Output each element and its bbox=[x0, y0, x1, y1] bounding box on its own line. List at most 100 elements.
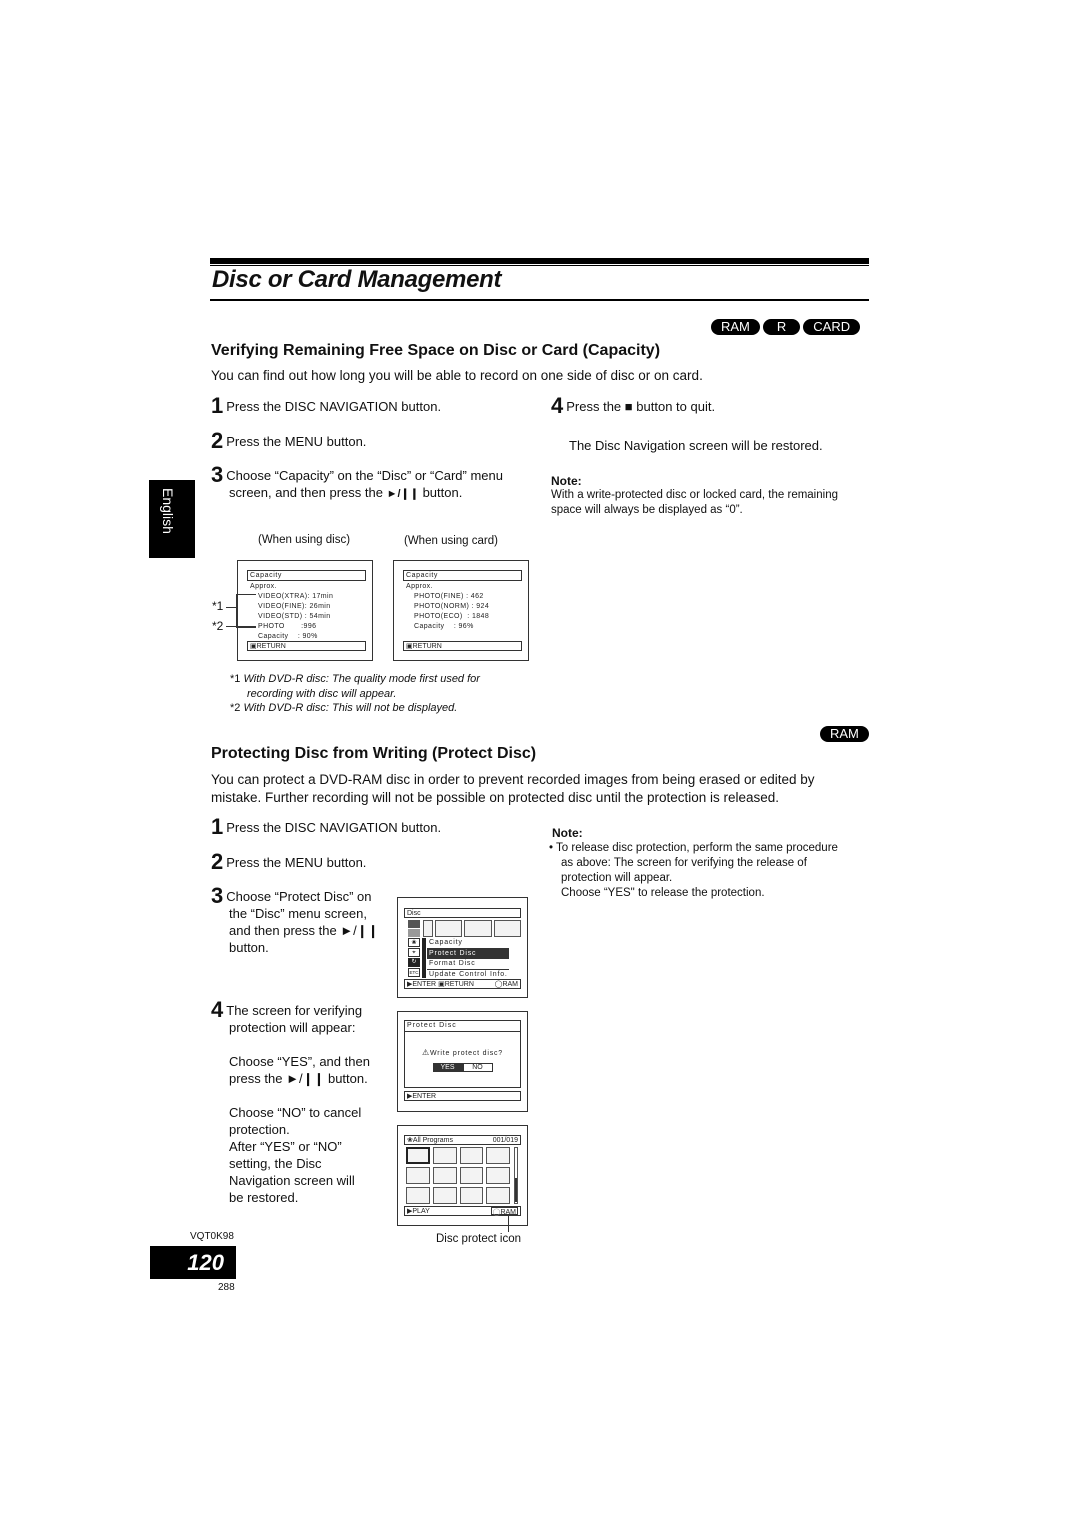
approx-label: Approx. bbox=[250, 583, 277, 590]
step-text: Choose “NO” to cancel bbox=[229, 1105, 362, 1120]
menu-marker bbox=[422, 938, 426, 978]
section-heading-protect: Protecting Disc from Writing (Protect Di… bbox=[211, 745, 537, 762]
protect-step-4: 4 The screen for verifying protection wil… bbox=[211, 999, 370, 1206]
screen-title-bar: Capacity bbox=[403, 570, 522, 581]
language-tab-label: English bbox=[160, 488, 176, 534]
step-text: button. bbox=[422, 485, 463, 500]
return-bar: ▣RETURN bbox=[247, 641, 366, 651]
stop-icon: ▣ bbox=[438, 981, 445, 988]
thumbnail bbox=[493, 920, 521, 937]
thumbnail[interactable] bbox=[406, 1187, 430, 1204]
step-text: Press the DISC NAVIGATION button. bbox=[226, 399, 442, 414]
capacity-step-1: 1 Press the DISC NAVIGATION button. bbox=[211, 395, 442, 417]
confirm-title: Protect Disc bbox=[405, 1021, 520, 1032]
step-text: and then press the ►/❙❙ bbox=[229, 923, 379, 938]
footnote-mark: *2 bbox=[230, 702, 241, 714]
capacity-step-3: 3 Choose “Capacity” on the “Disc” or “Car… bbox=[211, 464, 541, 503]
program-icon: ⌖ bbox=[408, 948, 420, 957]
marker-1-bracket-bottom bbox=[236, 627, 256, 628]
step-text: Press the bbox=[566, 399, 622, 414]
capacity-row: Capacity : 96% bbox=[414, 623, 474, 630]
footnote-marker-1: *1 bbox=[212, 599, 224, 613]
thumbnail[interactable] bbox=[406, 1167, 430, 1184]
scrollbar[interactable] bbox=[514, 1147, 518, 1204]
thumbnail[interactable] bbox=[432, 1147, 457, 1164]
thumbnail[interactable] bbox=[486, 1147, 510, 1164]
protect-step-3: 3 Choose “Protect Disc” on the “Disc” men… bbox=[211, 885, 379, 956]
confirm-question: Write protect disc? bbox=[429, 1050, 504, 1057]
step-text: protection will appear: bbox=[229, 1020, 356, 1035]
menu-item-format-disc[interactable]: Format Disc bbox=[427, 959, 509, 970]
media-label: RAM bbox=[502, 981, 518, 988]
thumbnail[interactable] bbox=[432, 1167, 457, 1184]
thumbnail bbox=[435, 920, 463, 937]
edit-icon: ↻ bbox=[408, 958, 420, 967]
disc-screen-caption: (When using disc) bbox=[258, 534, 351, 546]
menu-item-capacity[interactable]: Capacity bbox=[427, 938, 509, 949]
menu-footer: ▶ENTER ▣RETURN ◯RAM bbox=[404, 979, 521, 989]
yes-button[interactable]: YES bbox=[432, 1063, 463, 1072]
thumbnail[interactable] bbox=[459, 1187, 484, 1204]
language-tab: English bbox=[149, 480, 195, 558]
note-line: as above: The screen for verifying the r… bbox=[561, 857, 807, 869]
step-number: 3 bbox=[211, 462, 224, 487]
protect-note-title: Note: bbox=[552, 826, 583, 840]
play-pause-icon: ►/❙❙ bbox=[386, 488, 419, 500]
thumbnail-grid bbox=[406, 1147, 510, 1204]
thumbnail-selected[interactable] bbox=[406, 1147, 430, 1164]
return-label: RETURN bbox=[444, 981, 474, 988]
bullet-icon: • bbox=[549, 842, 554, 854]
disc-icon: ❀ bbox=[408, 938, 420, 947]
thumbnail[interactable] bbox=[486, 1167, 510, 1184]
protect-intro-line: mistake. Further recording will not be p… bbox=[211, 790, 780, 805]
note-line: To release disc protection, perform the … bbox=[556, 842, 838, 854]
step-number: 2 bbox=[211, 428, 224, 453]
page-number: 120 bbox=[150, 1246, 236, 1279]
scrollbar-thumb[interactable] bbox=[515, 1178, 517, 1202]
step-text: The screen for verifying bbox=[226, 1003, 363, 1018]
thumbnail[interactable] bbox=[459, 1167, 484, 1184]
no-button[interactable]: NO bbox=[462, 1063, 493, 1072]
capacity-row: PHOTO(ECO) : 1848 bbox=[414, 613, 490, 620]
return-label: RETURN bbox=[412, 643, 442, 650]
step-text: Choose “YES”, and then bbox=[229, 1054, 370, 1069]
screen-title-bar: Disc bbox=[404, 908, 521, 918]
section-heading-capacity: Verifying Remaining Free Space on Disc o… bbox=[211, 342, 661, 359]
play-label: PLAY bbox=[412, 1208, 430, 1215]
confirm-dialog: Protect Disc ⚠Write protect disc? YES NO bbox=[404, 1020, 521, 1088]
video-icon bbox=[408, 920, 420, 928]
step-text: button to quit. bbox=[636, 399, 716, 414]
card-capacity-screen: Capacity Approx. PHOTO(FINE) : 462 PHOTO… bbox=[393, 560, 529, 661]
capacity-step-4: 4 Press the ■ button to quit. bbox=[551, 395, 716, 417]
marker-1-bracket bbox=[236, 594, 237, 627]
thumbnail[interactable] bbox=[459, 1147, 484, 1164]
disc-menu-screen: Disc ❀ ⌖ ↻ ETC Capacity Protect Disc For… bbox=[397, 897, 528, 998]
nav-title-bar: ❀All Programs 001/019 bbox=[404, 1135, 521, 1145]
step-text: After “YES” or “NO” bbox=[229, 1139, 342, 1154]
enter-label: ENTER bbox=[412, 1093, 437, 1100]
confirm-footer: ▶ENTER bbox=[404, 1091, 521, 1101]
thumbnail[interactable] bbox=[486, 1187, 510, 1204]
protect-intro: You can protect a DVD-RAM disc in order … bbox=[211, 771, 815, 807]
note-line: protection will appear. bbox=[561, 872, 673, 884]
menu-item-protect-disc[interactable]: Protect Disc bbox=[427, 949, 509, 959]
step-text: Press the MENU button. bbox=[226, 855, 367, 870]
step-text: screen, and then press the bbox=[229, 485, 383, 500]
protect-note: • To release disc protection, perform th… bbox=[549, 841, 838, 901]
step-number: 3 bbox=[211, 883, 224, 908]
step-text: protection. bbox=[229, 1122, 290, 1137]
step-number: 1 bbox=[211, 814, 224, 839]
disc-navigation-screen: ❀All Programs 001/019 ▶PLAY ◯RAM bbox=[397, 1125, 528, 1226]
nav-counter: 001/019 bbox=[492, 1137, 518, 1144]
footnote-1: *1 With DVD-R disc: The quality mode fir… bbox=[230, 672, 480, 702]
footnote-marker-2: *2 bbox=[212, 619, 224, 633]
capacity-row: VIDEO(XTRA): 17min bbox=[258, 593, 334, 600]
media-badges: RAM bbox=[820, 726, 869, 742]
capacity-row: PHOTO(NORM) : 924 bbox=[414, 603, 490, 610]
badge-ram: RAM bbox=[820, 726, 869, 742]
badge-ram: RAM bbox=[711, 319, 760, 335]
badge-card: CARD bbox=[803, 319, 861, 335]
thumbnail[interactable] bbox=[432, 1187, 457, 1204]
protect-step-2: 2 Press the MENU button. bbox=[211, 851, 367, 873]
disc-menu-list: Capacity Protect Disc Format Disc Update… bbox=[427, 938, 509, 980]
